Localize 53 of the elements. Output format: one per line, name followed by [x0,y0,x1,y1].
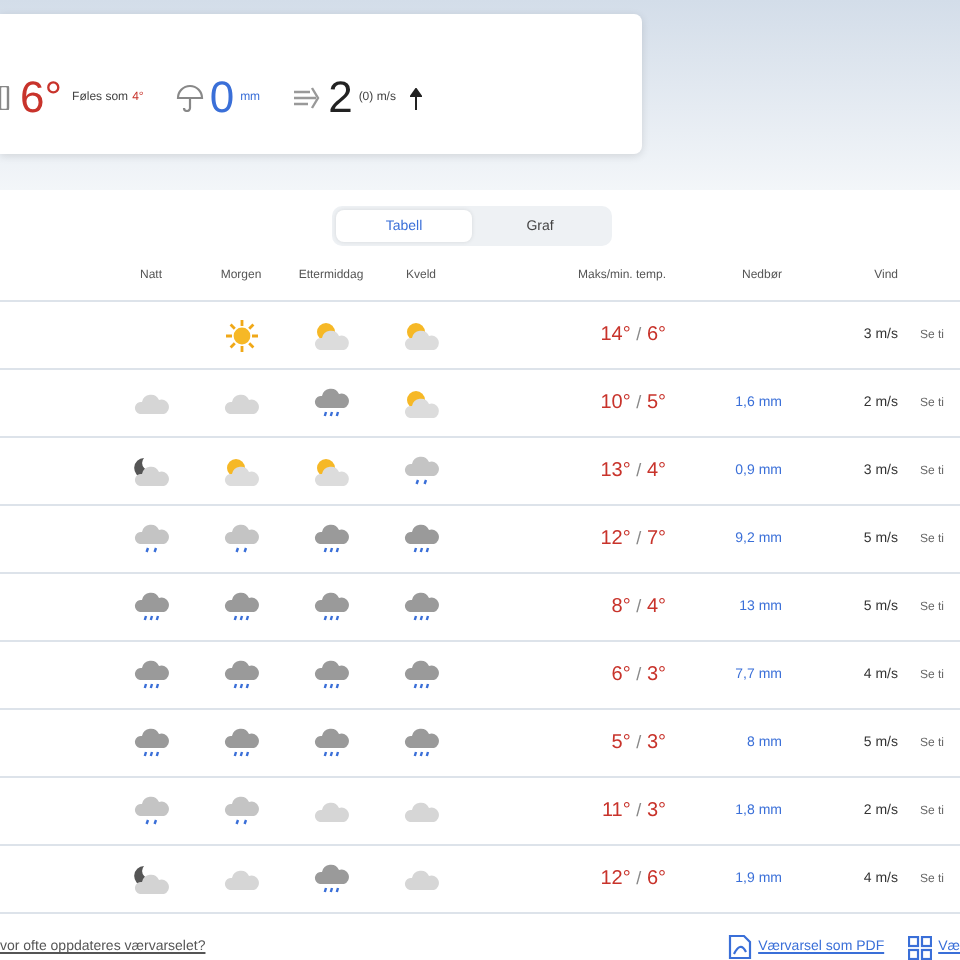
cloud-with-rain-icon [223,796,259,826]
dark-cloud-with-rain-icon [223,728,259,758]
cloud-icon [133,393,169,413]
dark-cloud-with-rain-icon [313,524,349,554]
dark-cloud-with-rain-icon [313,728,349,758]
max-min-temperature: 12° / 7° [598,528,666,550]
dark-cloud-with-rain-icon [133,660,169,690]
dark-cloud-with-rain-icon [223,592,259,622]
sun-behind-cloud-icon [401,387,441,419]
cloud-icon [223,869,259,889]
pdf-file-icon [728,934,753,960]
temperature-value: 6° [20,72,63,124]
dark-cloud-with-rain-icon [403,592,439,622]
cloud-with-rain-icon [223,524,259,554]
sun-icon [223,317,259,353]
dark-cloud-with-rain-icon [313,864,349,894]
grid-icon [908,935,933,959]
umbrella-icon [175,84,204,112]
max-min-temperature: 10° / 5° [598,392,666,414]
dark-cloud-with-rain-icon [313,592,349,622]
sun-behind-cloud-icon [311,319,351,351]
precipitation-value: 0 [209,72,235,124]
wind-speed-value: 2 [328,72,353,124]
dark-cloud-with-rain-icon [313,388,349,418]
max-min-temperature: 12° / 6° [598,868,666,890]
dark-cloud-with-rain-icon [133,592,169,622]
cloud-with-rain-icon [403,456,439,486]
cloud-icon [403,869,439,889]
sun-behind-cloud-icon [401,319,441,351]
sun-behind-cloud-icon [221,455,261,487]
moon-behind-cloud-icon [133,457,169,485]
cloud-icon [313,801,349,821]
dark-cloud-with-rain-icon [313,660,349,690]
wind-direction-arrow-icon [409,87,422,109]
thermometer-icon [0,86,10,110]
max-min-temperature: 5° / 3° [609,732,666,754]
dark-cloud-with-rain-icon [223,660,259,690]
cloud-icon [403,801,439,821]
dark-cloud-with-rain-icon [403,660,439,690]
dark-cloud-with-rain-icon [133,728,169,758]
max-min-temperature: 6° / 3° [609,664,666,686]
max-min-temperature: 13° / 4° [598,460,666,482]
dark-cloud-with-rain-icon [403,524,439,554]
cloud-with-rain-icon [133,524,169,554]
sun-behind-cloud-icon [311,455,351,487]
moon-behind-cloud-icon [133,865,169,893]
max-min-temperature: 8° / 4° [609,596,666,618]
max-min-temperature: 14° / 6° [598,324,666,346]
dark-cloud-with-rain-icon [403,728,439,758]
cloud-icon [223,393,259,413]
wind-icon [292,86,321,110]
cloud-with-rain-icon [133,796,169,826]
max-min-temperature: 11° / 3° [599,800,666,822]
